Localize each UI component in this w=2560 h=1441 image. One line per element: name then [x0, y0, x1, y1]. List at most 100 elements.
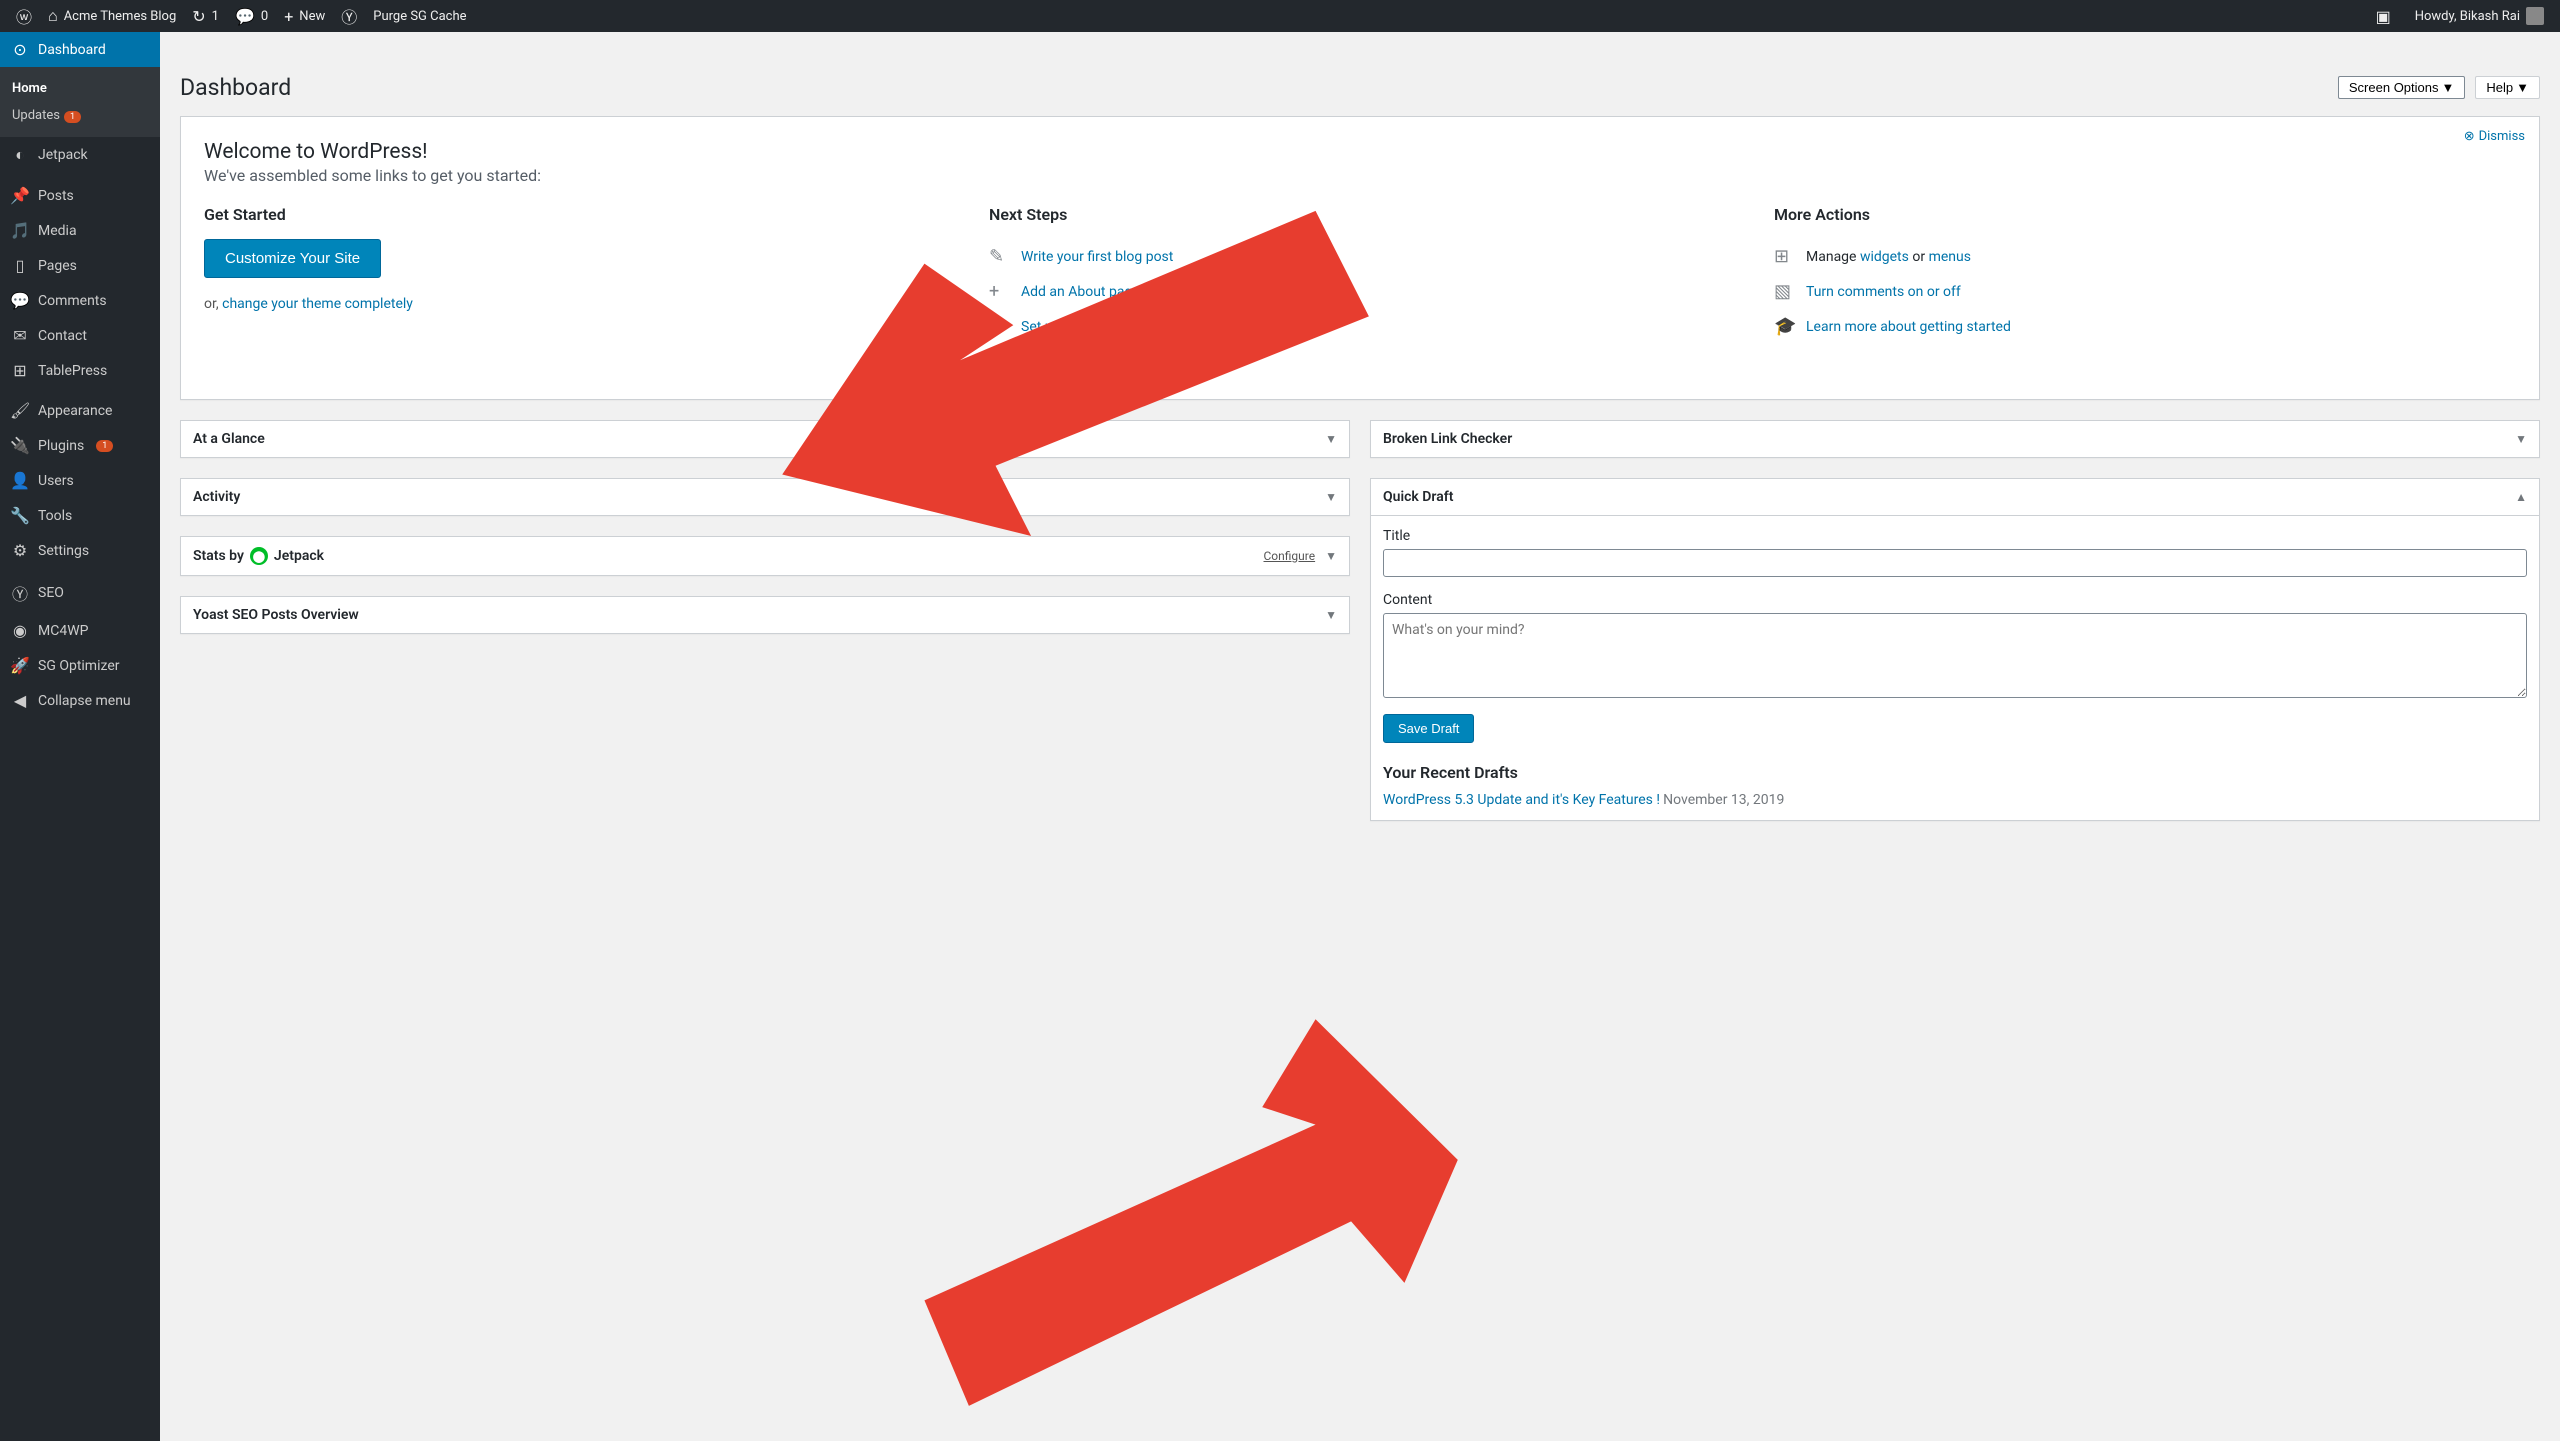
sidebar-item-appearance[interactable]: 🖌Appearance — [0, 393, 160, 428]
notification-icon: ▣ — [2376, 7, 2391, 26]
home-icon: ⌂ — [48, 6, 58, 26]
screen-options-label: Screen Options — [2349, 80, 2439, 95]
collapse-icon: ◀ — [10, 691, 30, 710]
menus-link[interactable]: menus — [1929, 249, 1971, 265]
stats-by-text: Stats by — [193, 548, 244, 564]
refresh-link[interactable]: ↻1 — [184, 0, 227, 32]
media-label: Media — [38, 223, 77, 239]
sidebar-item-plugins[interactable]: 🔌Plugins1 — [0, 428, 160, 463]
site-name-text: Acme Themes Blog — [64, 9, 177, 24]
learn-more-link[interactable]: Learn more about getting started — [1806, 319, 2011, 335]
save-draft-button[interactable]: Save Draft — [1383, 714, 1474, 743]
comments-icon: 💬 — [10, 291, 30, 310]
sidebar-collapse[interactable]: ◀ Collapse menu — [0, 683, 160, 718]
sidebar-item-mc4wp[interactable]: ◉ MC4WP — [0, 613, 160, 648]
broken-link-title: Broken Link Checker — [1383, 431, 1512, 447]
quick-draft-widget: Quick Draft ▲ Title Content Save Draft Y… — [1370, 478, 2540, 821]
customize-site-button[interactable]: Customize Your Site — [204, 239, 381, 278]
contact-label: Contact — [38, 328, 87, 344]
yoast-icon: Ⓨ — [341, 4, 357, 28]
widgets-link[interactable]: widgets — [1860, 249, 1909, 265]
plugins-badge: 1 — [96, 440, 113, 452]
wp-logo[interactable]: ⓦ — [8, 0, 40, 32]
sidebar-item-tools[interactable]: 🔧Tools — [0, 498, 160, 533]
write-post-link[interactable]: Write your first blog post — [1021, 249, 1173, 265]
sidebar-item-sgoptimizer[interactable]: 🚀SG Optimizer — [0, 648, 160, 683]
at-a-glance-header[interactable]: At a Glance ▼ — [181, 421, 1349, 457]
sliders-icon: ⚙ — [10, 541, 30, 560]
recent-draft-link[interactable]: WordPress 5.3 Update and it's Key Featur… — [1383, 792, 1660, 808]
dashboard-label: Dashboard — [38, 42, 106, 58]
sidebar-item-dashboard[interactable]: ⊙Dashboard — [0, 32, 160, 67]
sidebar-item-comments[interactable]: 💬 Comments — [0, 283, 160, 318]
chevron-down-icon: ▼ — [1325, 549, 1337, 563]
sidebar-item-tablepress[interactable]: ⊞TablePress — [0, 353, 160, 388]
quick-draft-title: Quick Draft — [1383, 489, 1453, 505]
refresh-icon: ↻ — [192, 7, 205, 26]
purge-cache-link[interactable]: Purge SG Cache — [365, 0, 474, 32]
dashboard-submenu: Home Updates1 — [0, 67, 160, 137]
notification-link[interactable]: ▣ — [2368, 0, 2399, 32]
submenu-home[interactable]: Home — [0, 75, 160, 102]
media-icon: 🎵 — [10, 221, 30, 240]
yoast-header[interactable]: Yoast SEO Posts Overview ▼ — [181, 597, 1349, 633]
settings-label: Settings — [38, 543, 89, 559]
setup-home-link[interactable]: Set up your homepage — [1021, 319, 1160, 335]
sidebar-item-settings[interactable]: ⚙ Settings — [0, 533, 160, 568]
plus-icon: + — [284, 7, 293, 26]
comments-label: Comments — [38, 293, 107, 309]
quick-draft-header[interactable]: Quick Draft ▲ — [1371, 479, 2539, 516]
screen-options-button[interactable]: Screen Options ▼ — [2338, 76, 2465, 99]
plus-page-icon: + — [989, 281, 1009, 302]
plugins-label: Plugins — [38, 438, 84, 454]
seo-label: SEO — [38, 585, 64, 601]
page-title: Dashboard — [180, 74, 291, 101]
turn-comments-link[interactable]: Turn comments on or off — [1806, 284, 1961, 300]
add-about-link[interactable]: Add an About page — [1021, 284, 1140, 300]
activity-header[interactable]: Activity ▼ — [181, 479, 1349, 515]
chevron-down-icon: ▼ — [2442, 80, 2455, 95]
user-greeting[interactable]: Howdy, Bikash Rai — [2407, 0, 2552, 32]
sidebar-item-users[interactable]: 👤Users — [0, 463, 160, 498]
sidebar-item-contact[interactable]: ✉Contact — [0, 318, 160, 353]
tablepress-label: TablePress — [38, 363, 107, 379]
site-name-link[interactable]: ⌂ Acme Themes Blog — [40, 0, 184, 32]
sidebar-item-pages[interactable]: ▯Pages — [0, 248, 160, 283]
widgets-icon: ⊞ — [1774, 246, 1794, 267]
draft-title-input[interactable] — [1383, 549, 2527, 577]
submenu-updates[interactable]: Updates1 — [0, 102, 160, 129]
comments-link[interactable]: 💬0 — [227, 0, 276, 32]
new-link[interactable]: +New — [276, 0, 333, 32]
yoast-link[interactable]: Ⓨ — [333, 0, 365, 32]
chevron-down-icon: ▼ — [2515, 432, 2527, 446]
get-started-heading: Get Started — [204, 205, 959, 224]
draft-content-textarea[interactable] — [1383, 613, 2527, 698]
configure-link[interactable]: Configure — [1264, 549, 1316, 563]
welcome-subtitle: We've assembled some links to get you st… — [204, 166, 2529, 185]
collapse-label: Collapse menu — [38, 693, 131, 709]
dismiss-label: Dismiss — [2479, 129, 2525, 144]
sidebar-item-seo[interactable]: ⓎSEO — [0, 573, 160, 613]
dashboard-grid: At a Glance ▼ Activity ▼ Stats by ⬤ Jetp… — [180, 420, 2540, 821]
brush-icon: 🖌 — [10, 401, 30, 420]
stats-widget: Stats by ⬤ Jetpack Configure▼ — [180, 536, 1350, 576]
sidebar-item-jetpack[interactable]: ◐Jetpack — [0, 137, 160, 173]
updates-label: Updates — [12, 108, 60, 123]
yoast-title: Yoast SEO Posts Overview — [193, 607, 359, 623]
welcome-panel: ⊗Dismiss Welcome to WordPress! We've ass… — [180, 116, 2540, 400]
mailchimp-icon: ◉ — [10, 621, 30, 640]
help-button[interactable]: Help ▼ — [2475, 76, 2540, 99]
sidebar-item-media[interactable]: 🎵 Media — [0, 213, 160, 248]
dismiss-button[interactable]: ⊗Dismiss — [2464, 129, 2525, 144]
broken-link-header[interactable]: Broken Link Checker ▼ — [1371, 421, 2539, 457]
draft-date: November 13, 2019 — [1663, 792, 1784, 808]
change-theme-link[interactable]: change your theme completely — [222, 296, 413, 312]
sidebar-item-posts[interactable]: 📌Posts — [0, 178, 160, 213]
mc4wp-label: MC4WP — [38, 623, 88, 639]
chevron-down-icon: ▼ — [2516, 80, 2529, 95]
yoast-widget: Yoast SEO Posts Overview ▼ — [180, 596, 1350, 634]
view-site-link[interactable]: View your site — [1021, 354, 1108, 370]
wrench-icon: 🔧 — [10, 506, 30, 525]
stats-header[interactable]: Stats by ⬤ Jetpack Configure▼ — [181, 537, 1349, 575]
at-a-glance-title: At a Glance — [193, 431, 265, 447]
